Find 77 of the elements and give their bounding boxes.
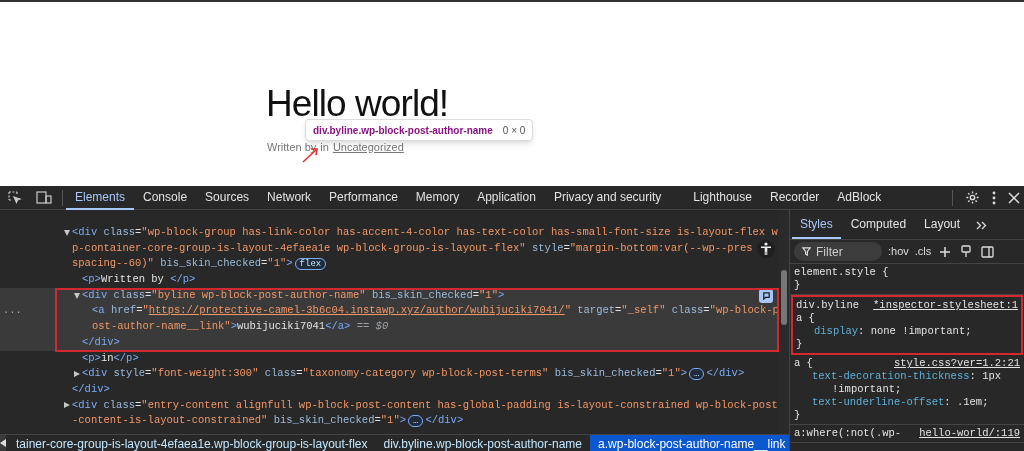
expand-triangle-icon[interactable] — [74, 371, 80, 378]
code-text: ost-author-name__link">wubijuciki7041</a> == $0 — [92, 319, 389, 335]
code-text: <div class="wp-block-group has-link-color has-accent-4-color has-text-color has-small-font-size is-layout-flex w — [72, 225, 778, 240]
devtools-tab[interactable]: Lighthouse — [684, 185, 761, 210]
devtools-tab[interactable]: Application — [468, 185, 545, 210]
css-declaration: text-decoration-thickness: 1px — [811, 370, 1003, 383]
byline-text: in — [320, 140, 329, 155]
source-link[interactable]: hello-world/:119 — [919, 427, 1020, 440]
devtools-tab[interactable]: Memory — [406, 185, 469, 210]
filter-field[interactable]: Filter — [794, 242, 882, 261]
page-heading: Hello world! — [266, 82, 449, 126]
node-badge[interactable]: … — [689, 368, 705, 381]
source-link[interactable]: style.css?ver=1.2:21 — [893, 357, 1020, 370]
paint-brush-icon[interactable] — [961, 245, 972, 258]
css-brace: } — [794, 409, 802, 422]
collapse-triangle-icon[interactable] — [74, 292, 80, 299]
add-rule-icon[interactable] — [939, 245, 952, 258]
css-declaration: display: none !important; — [813, 325, 973, 338]
device-icon[interactable] — [36, 190, 52, 205]
more-icon[interactable] — [992, 190, 996, 205]
breadcrumb[interactable]: div.byline.wp-block-post-author-name — [375, 435, 591, 451]
code-text: <div class="entry-content alignfull wp-block-post-content has-global-padding is-layout-constrained wp-block-post — [72, 397, 778, 413]
styles-tab[interactable]: Styles — [792, 211, 841, 239]
filter-input[interactable]: Filter — [816, 242, 876, 261]
styles-tab[interactable]: Computed — [842, 211, 915, 239]
devtools-tab[interactable]: Network — [258, 185, 321, 210]
css-selector: div.byline — [796, 299, 859, 312]
code-text: <div class="byline wp-block-post-author-name" bis_skin_checked="1"> — [82, 287, 505, 303]
code-text: spacing--60)" bis_skin_checked="1"> — [72, 256, 293, 272]
collapse-triangle-icon[interactable] — [64, 229, 70, 236]
css-declaration: !important; — [831, 383, 903, 396]
accessibility-icon[interactable] — [757, 240, 775, 258]
css-selector: a { — [796, 312, 816, 325]
node-badge[interactable]: … — [408, 415, 424, 428]
close-icon[interactable] — [1008, 191, 1020, 204]
code-text: -content-is-layout-constrained" bis_skin_checked="1"> — [72, 413, 406, 429]
code-text: </div> — [72, 381, 110, 397]
toggle-button[interactable]: :hov — [888, 243, 909, 260]
css-selector: element.style { — [794, 266, 889, 279]
source-link[interactable]: *inspector-stylesheet:1 — [873, 299, 1018, 325]
code-text: <a href="https://protective-camel-3b6c04.instawp.xyz/author/wubijuciki7041/" target="_self" class="wp-block-p — [92, 303, 779, 319]
code-text: p-container-core-group-is-layout-4efaea1e wp-block-group-is-layout-flex" style="margin-bottom:var(--wp--pres — [72, 240, 753, 256]
code-text: <p>Written by </p> — [82, 272, 196, 288]
styles-tab[interactable]: Layout — [916, 211, 969, 239]
category-link[interactable]: Uncategorized — [332, 139, 404, 156]
byline-text: Written by — [267, 140, 317, 155]
expand-triangle-icon[interactable] — [64, 402, 70, 409]
devtools-tab[interactable]: Recorder — [760, 185, 829, 210]
devtools-tab[interactable]: Console — [134, 185, 197, 210]
devtools-tab[interactable]: Elements — [66, 185, 135, 210]
code-text: </div> — [706, 366, 745, 382]
scroll-left-icon[interactable] — [0, 435, 6, 451]
tooltip-selector: div.byline.wp-block-post-author-name — [313, 123, 493, 138]
devtools-tab[interactable]: Privacy and security — [544, 185, 671, 210]
css-brace: } — [796, 338, 804, 351]
node-badge[interactable]: flex — [294, 258, 327, 271]
devtools-tab[interactable]: AdBlock — [828, 185, 891, 210]
breadcrumb[interactable]: tainer-core-group-is-layout-4efaea1e.wp-block-group-is-layout-flex — [8, 435, 376, 451]
toggle-button[interactable]: .cls — [914, 243, 932, 260]
code-text: </div> — [425, 413, 464, 429]
gutter-menu[interactable]: ... — [3, 303, 22, 320]
filter-icon — [802, 247, 811, 256]
code-text: </div> — [82, 334, 120, 350]
css-selector: a:where(:not(.wp- — [794, 427, 902, 440]
inspect-icon[interactable] — [8, 190, 22, 205]
code-text: <div style="font-weight:300" class="taxonomy-category wp-block-post-terms" bis_skin_checked="1"> — [82, 366, 687, 382]
css-declaration: text-underline-offset: .1em; — [811, 396, 990, 409]
settings-icon[interactable] — [965, 190, 980, 205]
code-text: <p>in</p> — [82, 350, 139, 366]
devtools-tab[interactable]: Performance — [320, 185, 407, 210]
more-tabs-icon[interactable] — [976, 220, 988, 230]
css-selector: a { — [794, 357, 813, 370]
breadcrumb[interactable]: a.wp-block-post-author-name__link — [590, 435, 789, 451]
css-brace: } — [794, 279, 802, 292]
sidebar-toggle-icon[interactable] — [981, 245, 995, 258]
devtools-tab[interactable]: Sources — [196, 185, 259, 210]
tooltip-size: 0 × 0 — [502, 123, 526, 138]
